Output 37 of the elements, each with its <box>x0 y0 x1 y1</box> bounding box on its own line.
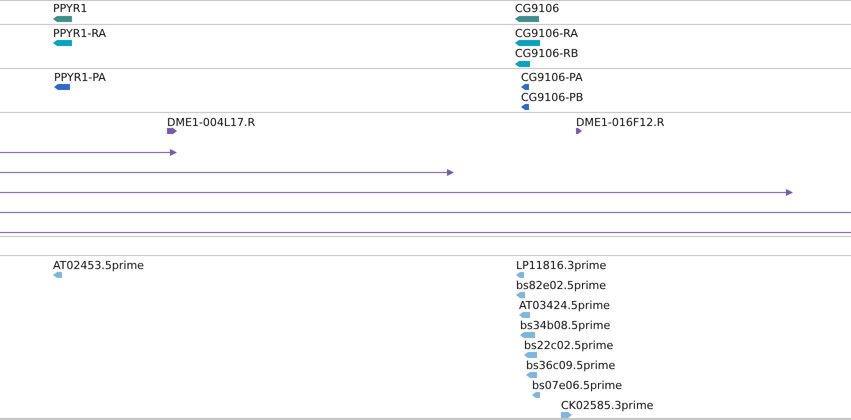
left-arrow-icon[interactable] <box>524 352 537 358</box>
feature-label[interactable]: bs34b08.5prime <box>520 319 610 332</box>
left-arrow-icon[interactable] <box>515 16 539 22</box>
left-arrow-icon[interactable] <box>53 272 62 278</box>
left-arrow-icon[interactable] <box>53 40 72 46</box>
feature-label[interactable]: CG9106-PA <box>521 71 583 84</box>
feature-label[interactable]: AT03424.5prime <box>519 299 610 312</box>
feature-label[interactable]: DME1-016F12.R <box>576 116 664 129</box>
feature-label[interactable]: bs07e06.5prime <box>532 379 622 392</box>
feature-label[interactable]: DME1-004L17.R <box>167 116 256 129</box>
feature-label[interactable]: CG9106-PB <box>521 91 584 104</box>
left-arrow-icon[interactable] <box>520 332 535 338</box>
right-arrow-icon[interactable] <box>167 128 177 134</box>
left-arrow-icon[interactable] <box>519 312 530 318</box>
feature-label[interactable]: bs82e02.5prime <box>516 279 606 292</box>
feature-label[interactable]: PPYR1 <box>53 2 88 15</box>
left-arrow-icon[interactable] <box>54 84 70 90</box>
feature-label[interactable]: LP11816.3prime <box>516 259 606 272</box>
left-arrow-icon[interactable] <box>53 16 72 22</box>
left-arrow-icon[interactable] <box>526 372 537 378</box>
feature-label[interactable]: CG9106-RB <box>515 47 578 60</box>
left-arrow-icon[interactable] <box>516 292 525 298</box>
feature-label[interactable]: PPYR1-RA <box>53 27 106 40</box>
left-arrow-icon[interactable] <box>516 272 524 278</box>
feature-label[interactable]: PPYR1-PA <box>54 71 106 84</box>
left-arrow-icon[interactable] <box>521 104 529 110</box>
feature-label[interactable]: AT02453.5prime <box>53 259 144 272</box>
right-arrow-icon[interactable] <box>576 128 582 134</box>
feature-label[interactable]: CG9106-RA <box>515 27 578 40</box>
left-arrow-icon[interactable] <box>521 84 529 90</box>
feature-label[interactable]: CG9106 <box>515 2 560 15</box>
left-arrow-icon[interactable] <box>515 40 540 46</box>
left-arrow-icon[interactable] <box>515 61 530 67</box>
feature-label[interactable]: CK02585.3prime <box>561 399 654 412</box>
feature-label[interactable]: bs36c09.5prime <box>526 359 616 372</box>
feature-label[interactable]: bs22c02.5prime <box>524 339 614 352</box>
left-arrow-icon[interactable] <box>532 392 540 398</box>
